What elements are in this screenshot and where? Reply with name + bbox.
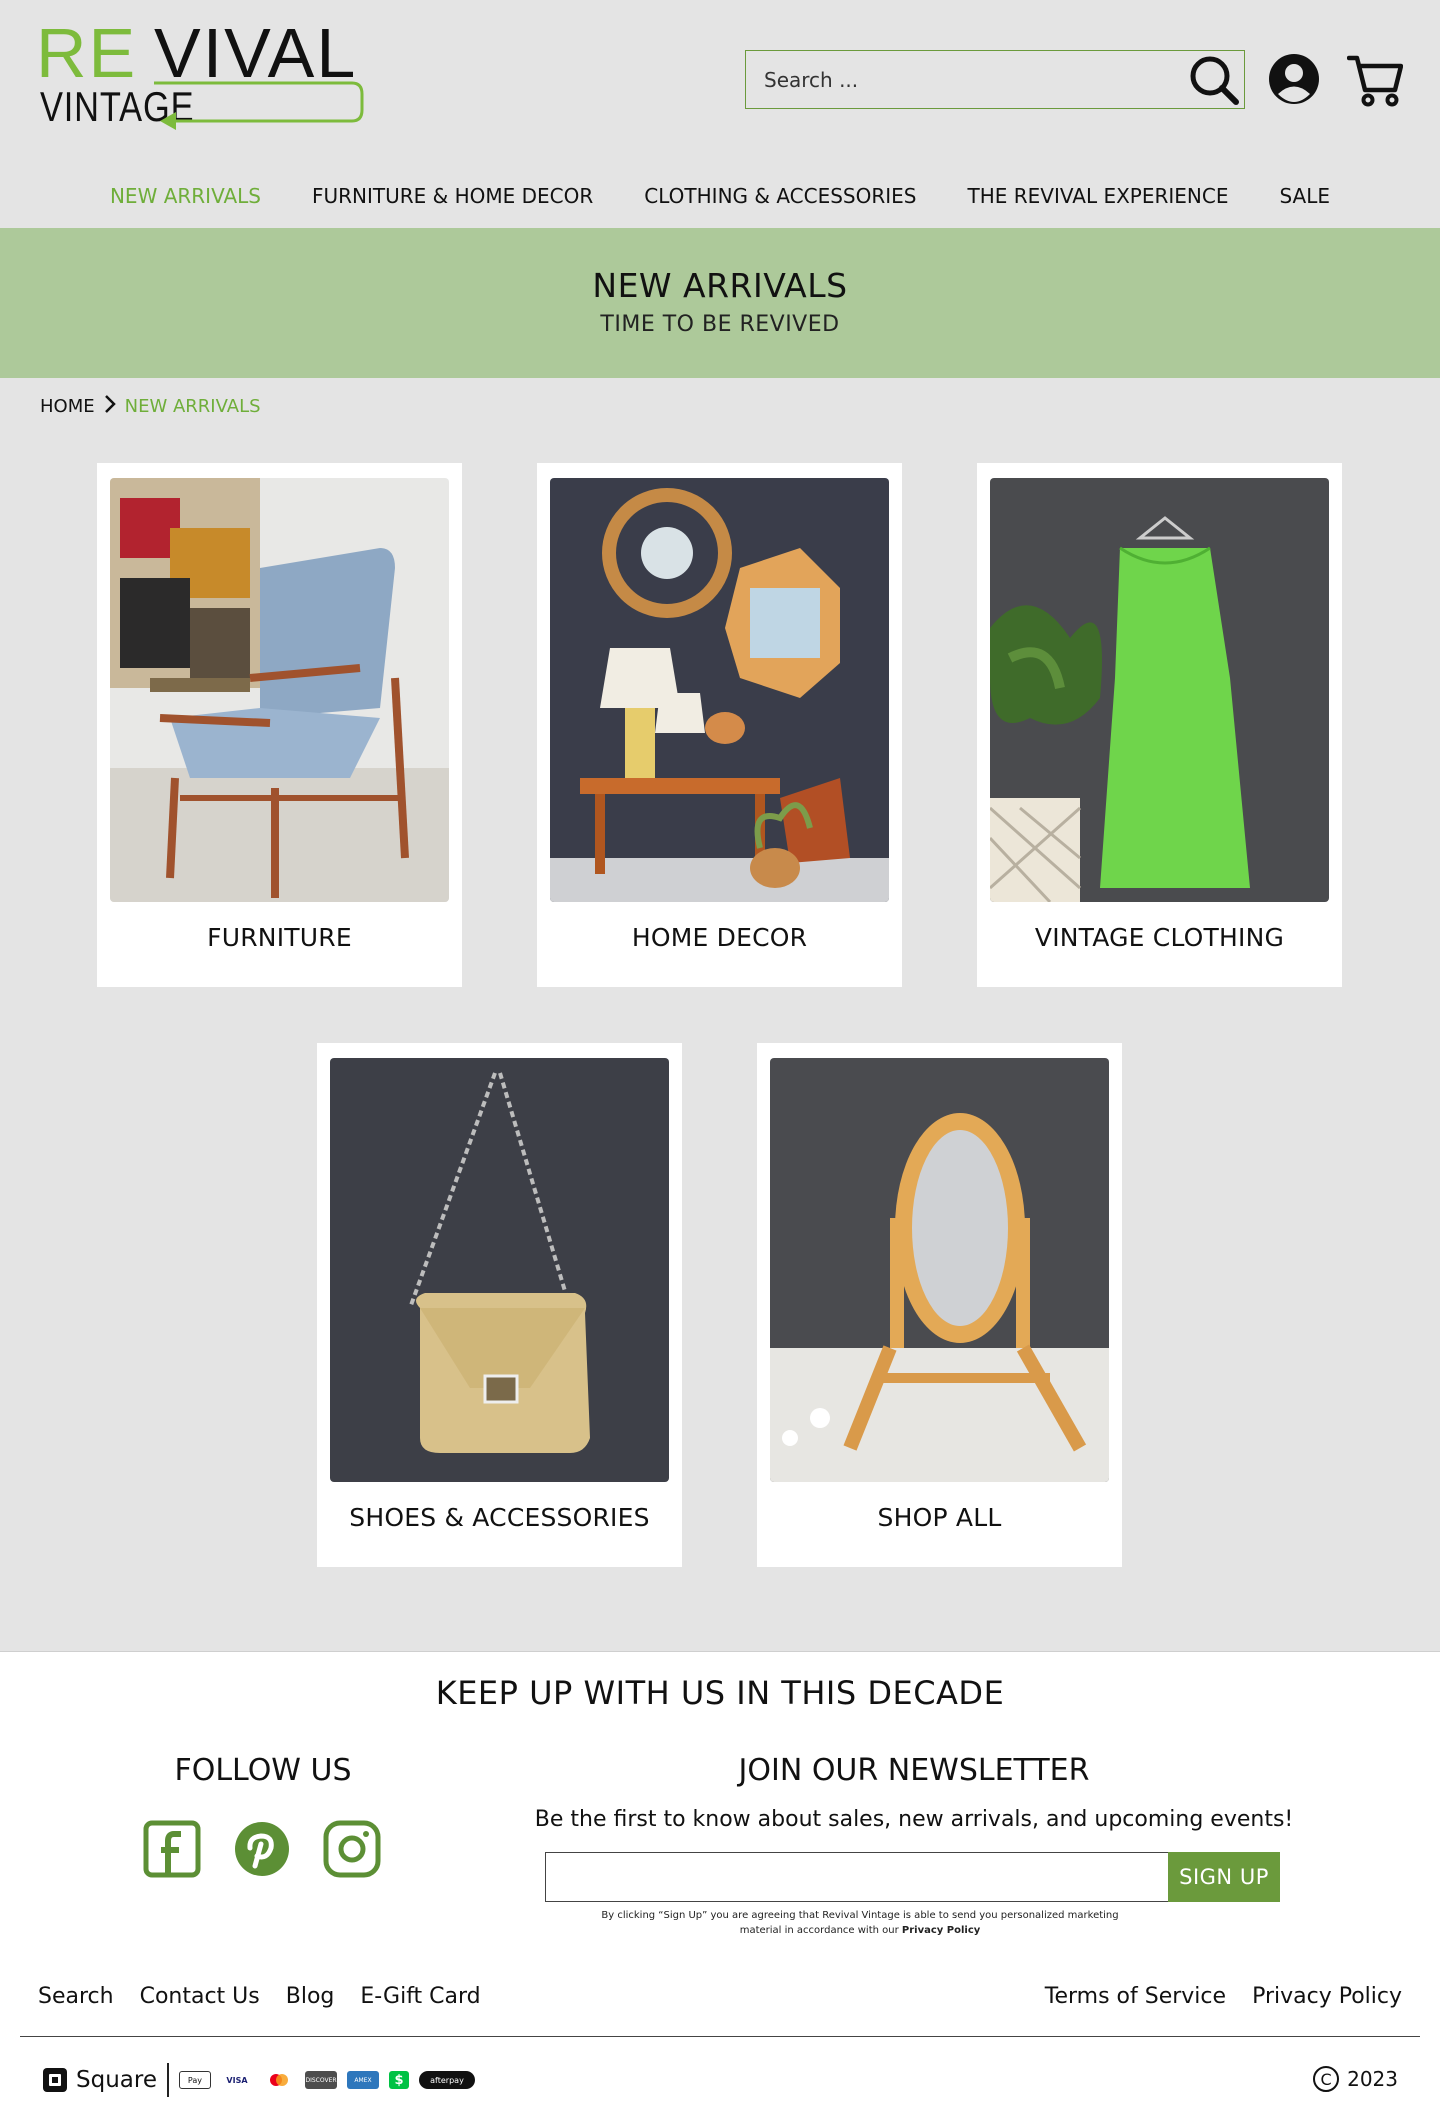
- visa-icon: VISA: [220, 2071, 253, 2089]
- pinterest-icon[interactable]: [233, 1820, 291, 1878]
- newsletter-disclaimer: By clicking “Sign Up” you are agreeing t…: [590, 1908, 1130, 1938]
- search-box: [745, 50, 1245, 109]
- newsletter-email-field[interactable]: [545, 1852, 1169, 1902]
- facebook-icon[interactable]: [143, 1820, 201, 1878]
- home-decor-image: [550, 478, 889, 902]
- search-icon[interactable]: [1184, 51, 1244, 108]
- footer-link-blog[interactable]: Blog: [286, 1984, 335, 2009]
- logo-arrow-icon: [154, 81, 364, 130]
- footer-link-terms[interactable]: Terms of Service: [1045, 1984, 1226, 2009]
- breadcrumb-current: NEW ARRIVALS: [124, 395, 261, 417]
- disclaimer-text: By clicking “Sign Up” you are agreeing t…: [601, 1910, 1119, 1936]
- nav-clothing-accessories[interactable]: CLOTHING & ACCESSORIES: [644, 178, 916, 214]
- category-label: HOME DECOR: [631, 923, 808, 952]
- social-links: [143, 1820, 381, 1878]
- footer-links-right: Terms of Service Privacy Policy: [1045, 1984, 1402, 2009]
- main-nav: NEW ARRIVALS FURNITURE & HOME DECOR CLOT…: [0, 178, 1440, 214]
- hero-banner: NEW ARRIVALS TIME TO BE REVIVED: [0, 228, 1440, 378]
- footer-divider: [20, 2036, 1420, 2037]
- footer-links-left: Search Contact Us Blog E-Gift Card: [38, 1984, 481, 2009]
- mastercard-icon: [262, 2071, 295, 2089]
- copyright: C 2023: [1313, 2066, 1398, 2092]
- nav-furniture-home-decor[interactable]: FURNITURE & HOME DECOR: [312, 178, 593, 214]
- square-logo: Square: [42, 2063, 169, 2097]
- apple-pay-icon: Pay: [178, 2071, 211, 2089]
- category-card-shoes-accessories[interactable]: SHOES & ACCESSORIES: [317, 1043, 682, 1567]
- page-subtitle: TIME TO BE REVIVED: [600, 312, 840, 337]
- square-label: Square: [76, 2067, 157, 2093]
- footer-link-contact[interactable]: Contact Us: [140, 1984, 260, 2009]
- category-card-home-decor[interactable]: HOME DECOR: [537, 463, 902, 987]
- nav-sale[interactable]: SALE: [1279, 178, 1330, 214]
- category-label: VINTAGE CLOTHING: [1034, 923, 1285, 952]
- footer-link-privacy[interactable]: Privacy Policy: [1252, 1984, 1402, 2009]
- footer-link-gift-card[interactable]: E-Gift Card: [360, 1984, 480, 2009]
- furniture-image: [110, 478, 449, 902]
- discover-icon: DISCOVER: [304, 2071, 337, 2089]
- page-title: NEW ARRIVALS: [592, 266, 848, 305]
- revival-vintage-logo[interactable]: RE VIVAL VINTAGE: [36, 18, 366, 130]
- footer-heading: KEEP UP WITH US IN THIS DECADE: [435, 1674, 1005, 1712]
- breadcrumb-home[interactable]: HOME: [40, 396, 95, 417]
- afterpay-icon: afterpay: [418, 2071, 475, 2089]
- category-label: FURNITURE: [207, 923, 352, 952]
- payment-methods: Square Pay VISA DISCOVER AMEX $ afterpay: [42, 2062, 475, 2098]
- vintage-clothing-image: [990, 478, 1329, 902]
- follow-us-title: FOLLOW US: [174, 1753, 352, 1788]
- cart-icon[interactable]: [1346, 52, 1404, 108]
- category-label: SHOP ALL: [877, 1503, 1002, 1532]
- instagram-icon[interactable]: [323, 1820, 381, 1878]
- category-card-vintage-clothing[interactable]: VINTAGE CLOTHING: [977, 463, 1342, 987]
- nav-new-arrivals[interactable]: NEW ARRIVALS: [110, 178, 261, 214]
- category-card-shop-all[interactable]: SHOP ALL: [757, 1043, 1122, 1567]
- newsletter-subtitle: Be the first to know about sales, new ar…: [534, 1807, 1294, 1832]
- newsletter-title: JOIN OUR NEWSLETTER: [738, 1753, 1090, 1788]
- category-label: SHOES & ACCESSORIES: [349, 1503, 650, 1532]
- sign-up-button[interactable]: SIGN UP: [1168, 1852, 1280, 1902]
- amex-icon: AMEX: [346, 2071, 379, 2089]
- chevron-right-icon: [103, 394, 117, 419]
- site-footer: KEEP UP WITH US IN THIS DECADE FOLLOW US…: [0, 1651, 1440, 2119]
- copyright-icon: C: [1313, 2066, 1340, 2092]
- search-input[interactable]: [746, 51, 1184, 108]
- category-card-furniture[interactable]: FURNITURE: [97, 463, 462, 987]
- copyright-year: 2023: [1347, 2067, 1398, 2091]
- shop-all-image: [770, 1058, 1109, 1482]
- breadcrumb: HOME NEW ARRIVALS: [40, 392, 261, 420]
- nav-revival-experience[interactable]: THE REVIVAL EXPERIENCE: [968, 178, 1229, 214]
- footer-link-search[interactable]: Search: [38, 1984, 114, 2009]
- shoes-accessories-image: [330, 1058, 669, 1482]
- site-header: RE VIVAL VINTAGE NEW ARRIVAL: [0, 0, 1440, 228]
- cash-app-icon: $: [388, 2071, 409, 2089]
- disclaimer-privacy-link[interactable]: Privacy Policy: [902, 1925, 980, 1936]
- account-icon[interactable]: [1268, 53, 1320, 105]
- square-icon: [43, 2068, 67, 2092]
